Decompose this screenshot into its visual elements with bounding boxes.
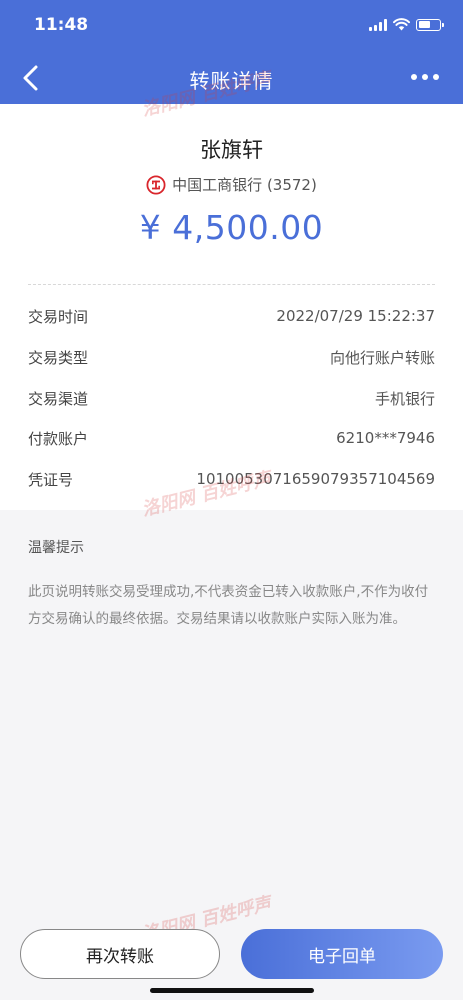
status-bar: 11:48 — [0, 0, 463, 52]
payee-bank: 中国工商银行 (3572) — [0, 174, 463, 195]
detail-label: 交易类型 — [28, 348, 89, 367]
tips-body: 此页说明转账交易受理成功,不代表资金已转入收款账户,不作为收付方交易确认的最终依… — [28, 584, 429, 627]
detail-value: 向他行账户转账 — [329, 348, 435, 367]
detail-row-time: 交易时间 2022/07/29 15:22:37 — [28, 304, 435, 328]
nav-bar: 转账详情 — [0, 52, 463, 104]
page-title: 转账详情 — [189, 69, 274, 93]
transfer-amount: ¥ 4,500.00 — [139, 208, 324, 247]
detail-row-account: 付款账户 6210***7946 — [28, 426, 435, 450]
transfer-again-button[interactable]: 再次转账 — [20, 929, 220, 979]
app-header: 11:48 转账详情 — [0, 0, 463, 104]
detail-label: 付款账户 — [28, 429, 89, 448]
cellular-signal-icon — [369, 18, 387, 31]
home-indicator — [150, 988, 314, 993]
detail-label: 凭证号 — [28, 470, 74, 489]
detail-value: 手机银行 — [374, 389, 435, 408]
payee-name: 张旗轩 — [200, 138, 263, 162]
bank-name: 中国工商银行 (3572) — [172, 176, 317, 194]
detail-value: 1010053071659079357104569 — [196, 470, 435, 488]
detail-row-voucher: 凭证号 1010053071659079357104569 — [28, 467, 435, 491]
dashed-divider — [28, 284, 435, 285]
tips-title: 温馨提示 — [28, 540, 84, 556]
detail-row-type: 交易类型 向他行账户转账 — [28, 345, 435, 369]
status-icons — [369, 18, 444, 31]
status-time: 11:48 — [34, 15, 89, 35]
battery-icon — [416, 18, 444, 31]
transfer-summary-card: 张旗轩 中国工商银行 (3572) ¥ 4,500.00 交易时间 2022/0… — [0, 104, 463, 510]
battery-level — [418, 21, 430, 28]
more-options-icon[interactable] — [411, 74, 439, 80]
detail-label: 交易时间 — [28, 307, 89, 326]
detail-label: 交易渠道 — [28, 389, 89, 408]
detail-value: 6210***7946 — [336, 429, 435, 447]
wifi-icon — [393, 18, 410, 31]
detail-value: 2022/07/29 15:22:37 — [276, 307, 435, 325]
detail-row-channel: 交易渠道 手机银行 — [28, 386, 435, 410]
tips-section: 温馨提示 此页说明转账交易受理成功,不代表资金已转入收款账户,不作为收付方交易确… — [28, 537, 436, 633]
icbc-logo-icon — [146, 174, 166, 195]
e-receipt-button[interactable]: 电子回单 — [241, 929, 443, 979]
